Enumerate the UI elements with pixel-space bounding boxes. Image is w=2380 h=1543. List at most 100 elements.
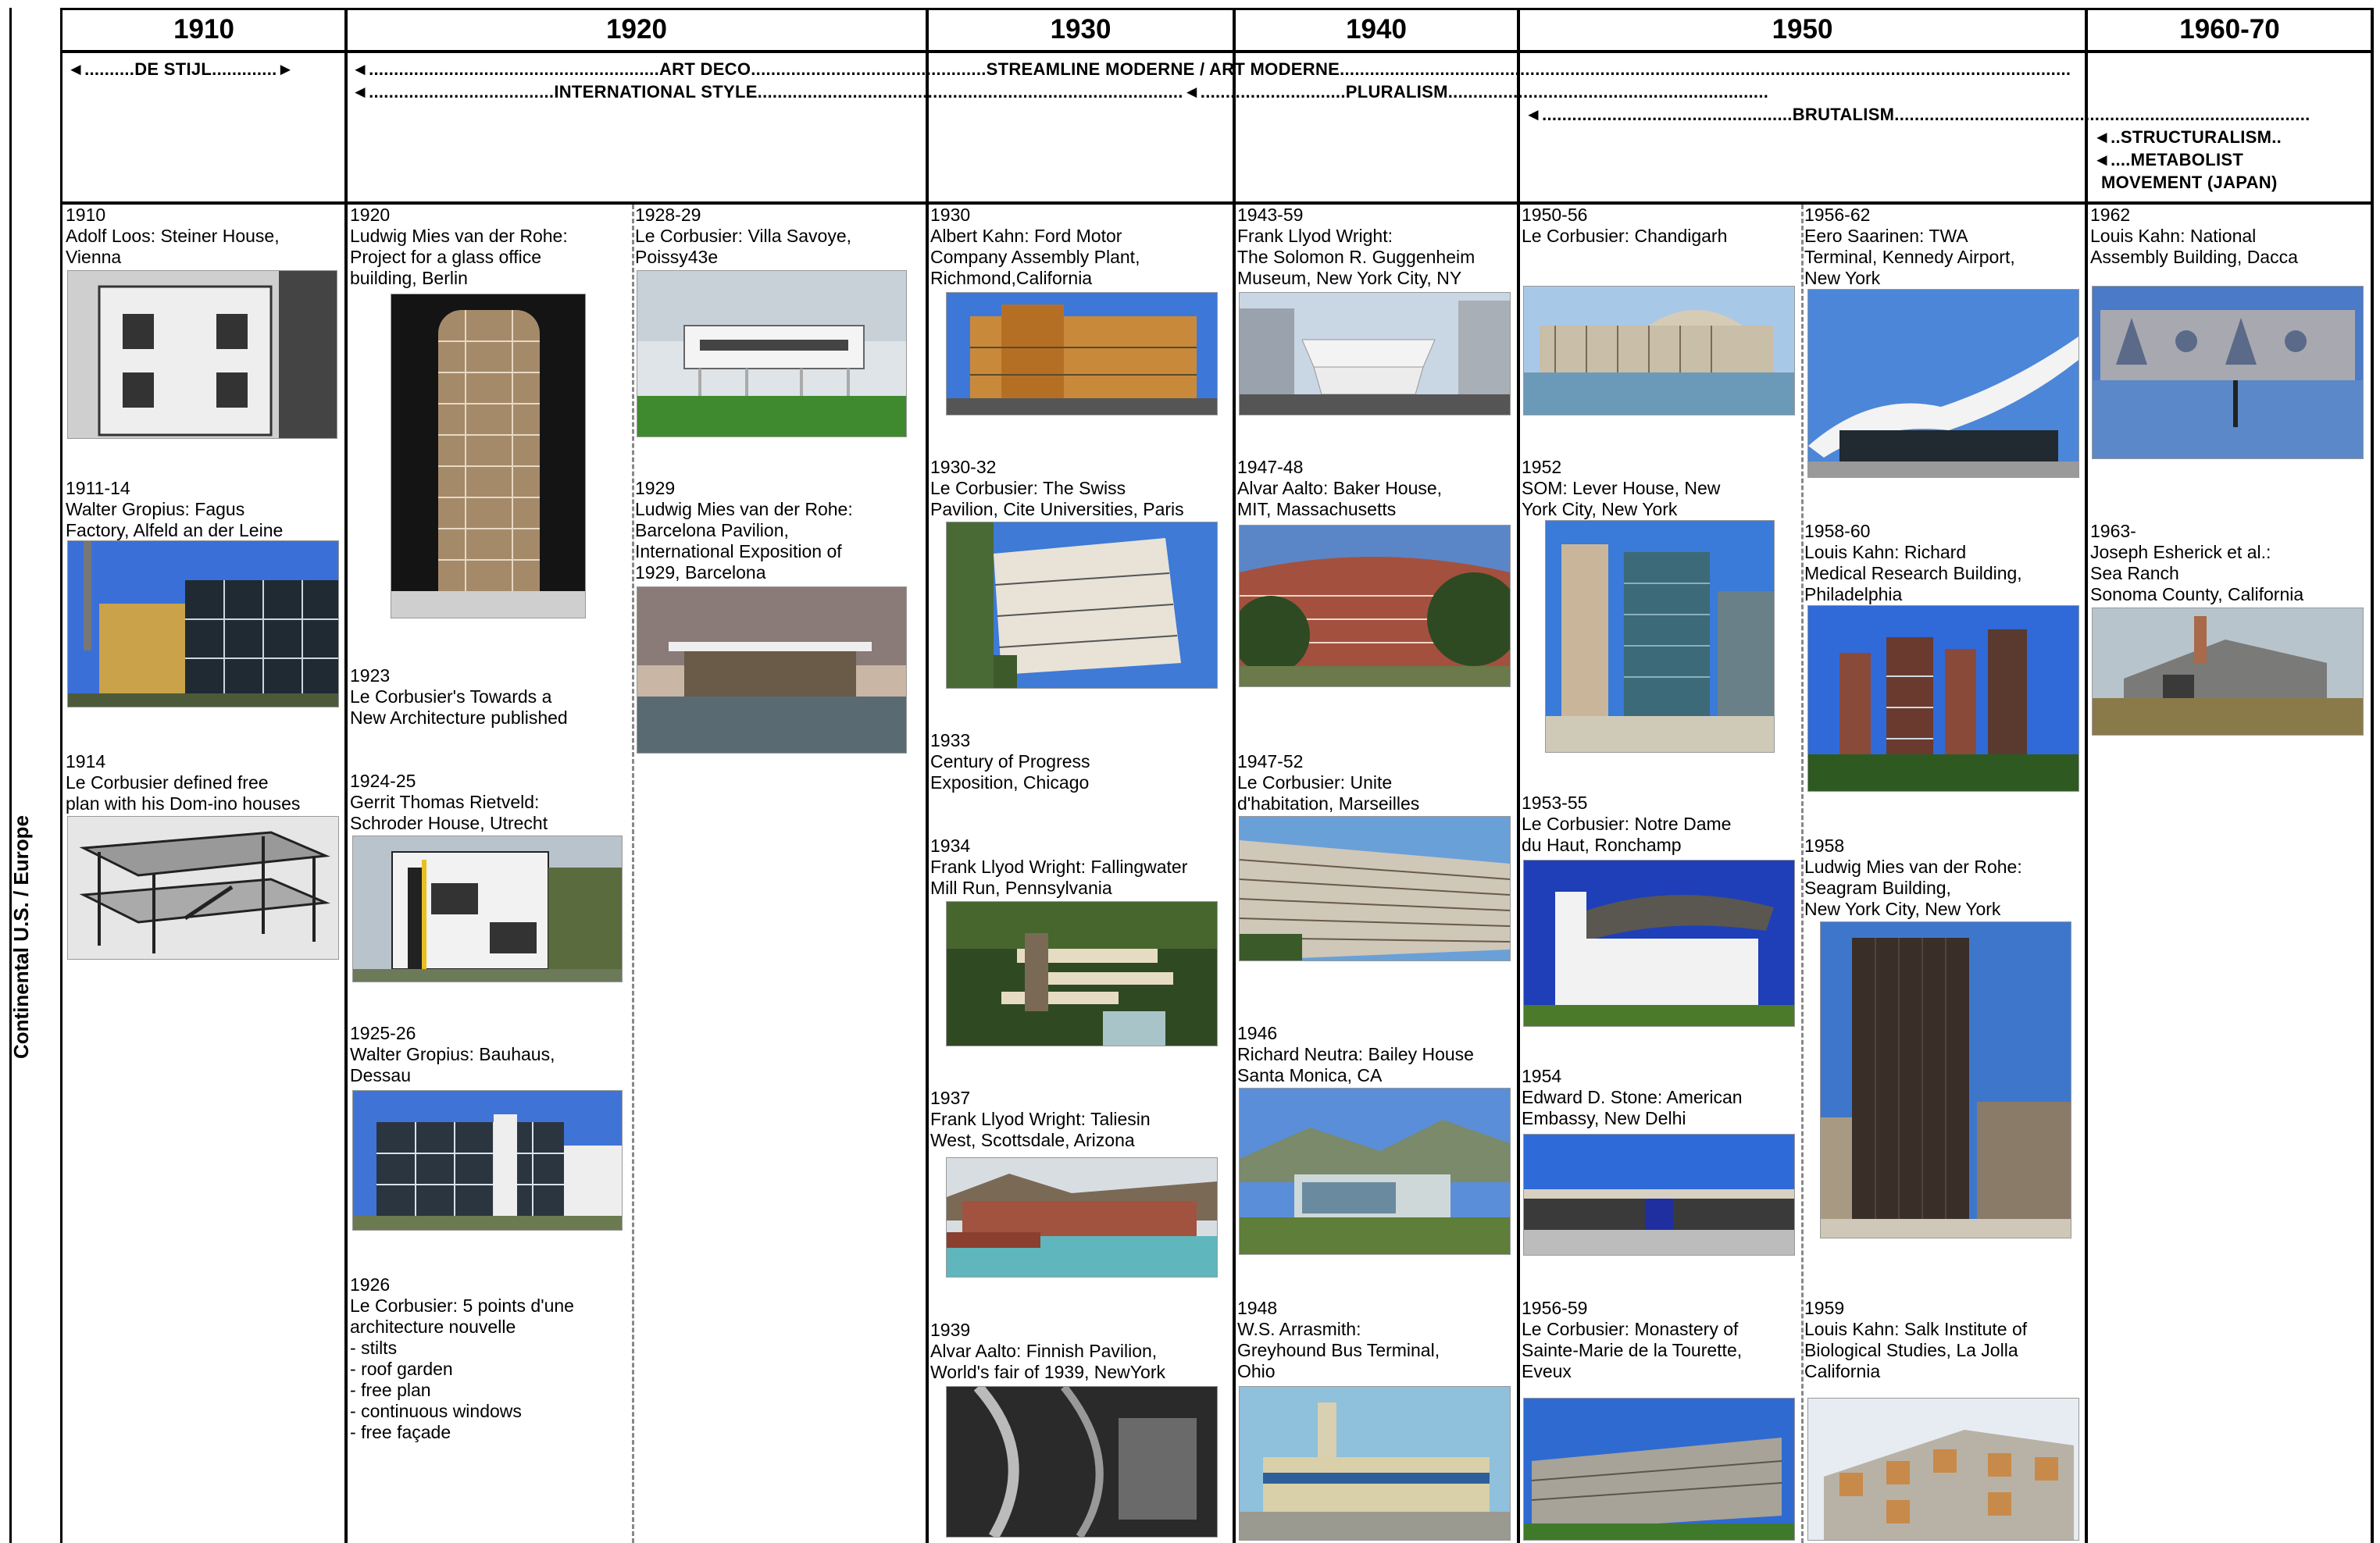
- entry-year: 1933: [930, 730, 971, 750]
- movement-international-style: ◄.....................................IN…: [351, 82, 1769, 102]
- entry-year: 1954: [1522, 1066, 1562, 1086]
- entry-year: 1929: [635, 478, 676, 498]
- greyhound-terminal-photo: [1239, 1386, 1511, 1541]
- entry-title: Le Corbusier: Unite d'habitation, Marsei…: [1237, 772, 1420, 814]
- entry-title: Le Corbusier: Notre Dame du Haut, Roncha…: [1522, 814, 1732, 855]
- movement-structuralism: ◄..STRUCTURALISM..: [2093, 127, 2282, 147]
- movement-brutalism: ◄.......................................…: [1525, 105, 2310, 124]
- fallingwater-photo: [946, 901, 1218, 1046]
- entry-title: Alvar Aalto: Baker House, MIT, Massachus…: [1237, 478, 1443, 519]
- entry-title: Joseph Esherick et al.: Sea Ranch Sonoma…: [2090, 542, 2304, 604]
- entry-la-tourette: 1956-59 Le Corbusier: Monastery of Saint…: [1522, 1298, 1800, 1382]
- entry-title: Le Corbusier: Villa Savoye, Poissy43e: [635, 226, 851, 267]
- bailey-house-photo: [1239, 1088, 1511, 1255]
- entry-sea-ranch: 1963- Joseph Esherick et al.: Sea Ranch …: [2090, 521, 2368, 605]
- header-divider: [60, 50, 2374, 53]
- entry-title: Walter Gropius: Bauhaus, Dessau: [350, 1044, 555, 1085]
- entry-year: 1926: [350, 1274, 391, 1295]
- decade-1920: 1920: [606, 14, 667, 45]
- unite-habitation-photo: [1239, 816, 1511, 961]
- list-item: continuous windows: [350, 1401, 631, 1422]
- guggenheim-photo: [1239, 292, 1511, 415]
- movement-metabolist-japan: MOVEMENT (JAPAN): [2101, 173, 2278, 192]
- entry-title: Ludwig Mies van der Rohe: Seagram Buildi…: [1804, 857, 2022, 919]
- divider-1960: [2085, 8, 2088, 1543]
- divider-1920: [344, 8, 348, 1543]
- list-item: roof garden: [350, 1359, 631, 1380]
- entry-year: 1924-25: [350, 771, 416, 791]
- entry-year: 1946: [1237, 1023, 1278, 1043]
- entry-title: Louis Kahn: Richard Medical Research Bui…: [1804, 542, 2022, 604]
- decade-1910: 1910: [173, 14, 234, 45]
- bauhaus-photo: [352, 1090, 623, 1231]
- entry-title: Le Corbusier: Chandigarh: [1522, 226, 1728, 246]
- entry-title: Richard Neutra: Bailey House Santa Monic…: [1237, 1044, 1474, 1085]
- entry-title: Le Corbusier: 5 points d'une architectur…: [350, 1295, 574, 1337]
- entry-title: Louis Kahn: National Assembly Building, …: [2090, 226, 2298, 267]
- five-points-list: stilts roof garden free plan continuous …: [350, 1338, 631, 1443]
- entry-dom-ino: 1914 Le Corbusier defined free plan with…: [66, 751, 343, 814]
- movement-de-stijl: ◄..........DE STIJL.............►: [67, 59, 294, 79]
- entry-villa-savoye: 1928-29 Le Corbusier: Villa Savoye, Pois…: [635, 205, 924, 268]
- list-item: free façade: [350, 1422, 631, 1443]
- entry-year: 1928-29: [635, 205, 701, 225]
- entry-glass-office: 1920 Ludwig Mies van der Rohe: Project f…: [350, 205, 631, 289]
- richards-building-photo: [1807, 605, 2079, 792]
- divider-1930: [926, 8, 929, 1543]
- entry-title: Adolf Loos: Steiner House, Vienna: [66, 226, 280, 267]
- entry-steiner-house: 1910 Adolf Loos: Steiner House, Vienna: [66, 205, 343, 268]
- dom-ino-house-photo: [67, 816, 339, 960]
- decade-1940: 1940: [1346, 14, 1407, 45]
- entry-title: Ludwig Mies van der Rohe: Barcelona Pavi…: [635, 499, 853, 583]
- seagram-building-photo: [1820, 921, 2071, 1238]
- decade-1930: 1930: [1050, 14, 1111, 45]
- entry-title: Frank Llyod Wright: The Solomon R. Gugge…: [1237, 226, 1475, 288]
- entry-twa-terminal: 1956-62 Eero Saarinen: TWA Terminal, Ken…: [1804, 205, 2082, 289]
- entry-title: Louis Kahn: Salk Institute of Biological…: [1804, 1319, 2028, 1381]
- entry-american-embassy: 1954 Edward D. Stone: American Embassy, …: [1522, 1066, 1800, 1129]
- villa-savoye-photo: [637, 270, 907, 437]
- border-top: [60, 8, 2374, 10]
- entry-year: 1923: [350, 665, 391, 686]
- entry-title: Frank Llyod Wright: Taliesin West, Scott…: [930, 1109, 1151, 1150]
- entry-title: Frank Llyod Wright: Fallingwater Mill Ru…: [930, 857, 1188, 898]
- dashed-divider-1920: [632, 205, 634, 1543]
- national-assembly-photo: [2092, 286, 2364, 459]
- entry-title: Le Corbusier's Towards a New Architectur…: [350, 686, 568, 728]
- entry-towards-architecture: 1923 Le Corbusier's Towards a New Archit…: [350, 665, 631, 729]
- entry-richards-building: 1958-60 Louis Kahn: Richard Medical Rese…: [1804, 521, 2082, 605]
- entry-year: 1956-62: [1804, 205, 1871, 225]
- entry-year: 1947-52: [1237, 751, 1304, 772]
- entry-year: 1952: [1522, 457, 1562, 477]
- entry-title: Eero Saarinen: TWA Terminal, Kennedy Air…: [1804, 226, 2015, 288]
- border-right: [2371, 8, 2374, 1543]
- entry-year: 1958-60: [1804, 521, 1871, 541]
- entry-year: 1939: [930, 1320, 971, 1340]
- entry-year: 1963-: [2090, 521, 2136, 541]
- entry-bailey-house: 1946 Richard Neutra: Bailey House Santa …: [1237, 1023, 1515, 1086]
- fagus-factory-photo: [67, 540, 339, 707]
- entry-year: 1948: [1237, 1298, 1278, 1318]
- entry-title: Le Corbusier: The Swiss Pavilion, Cite U…: [930, 478, 1184, 519]
- entry-guggenheim: 1943-59 Frank Llyod Wright: The Solomon …: [1237, 205, 1515, 289]
- schroder-house-photo: [352, 836, 623, 982]
- entry-ford-plant: 1930 Albert Kahn: Ford Motor Company Ass…: [930, 205, 1231, 289]
- entry-ronchamp: 1953-55 Le Corbusier: Notre Dame du Haut…: [1522, 793, 1800, 856]
- border-label-column: [60, 8, 62, 1543]
- entry-fagus-factory: 1911-14 Walter Gropius: Fagus Factory, A…: [66, 478, 343, 541]
- entry-title: SOM: Lever House, New York City, New Yor…: [1522, 478, 1721, 519]
- entry-title: Edward D. Stone: American Embassy, New D…: [1522, 1087, 1743, 1128]
- swiss-pavilion-photo: [946, 522, 1218, 689]
- entry-fallingwater: 1934 Frank Llyod Wright: Fallingwater Mi…: [930, 836, 1231, 899]
- sea-ranch-photo: [2092, 608, 2364, 736]
- entry-year: 1934: [930, 836, 971, 856]
- movement-metabolist: ◄....METABOLIST: [2093, 150, 2244, 169]
- entry-title: Century of Progress Exposition, Chicago: [930, 751, 1090, 793]
- entry-year: 1962: [2090, 205, 2131, 225]
- entry-title: Le Corbusier defined free plan with his …: [66, 772, 301, 814]
- entry-century-progress: 1933 Century of Progress Exposition, Chi…: [930, 730, 1231, 793]
- entry-salk-institute: 1959 Louis Kahn: Salk Institute of Biolo…: [1804, 1298, 2082, 1382]
- entry-unite-habitation: 1947-52 Le Corbusier: Unite d'habitation…: [1237, 751, 1515, 814]
- american-embassy-photo: [1523, 1134, 1795, 1256]
- entry-bauhaus: 1925-26 Walter Gropius: Bauhaus, Dessau: [350, 1023, 631, 1086]
